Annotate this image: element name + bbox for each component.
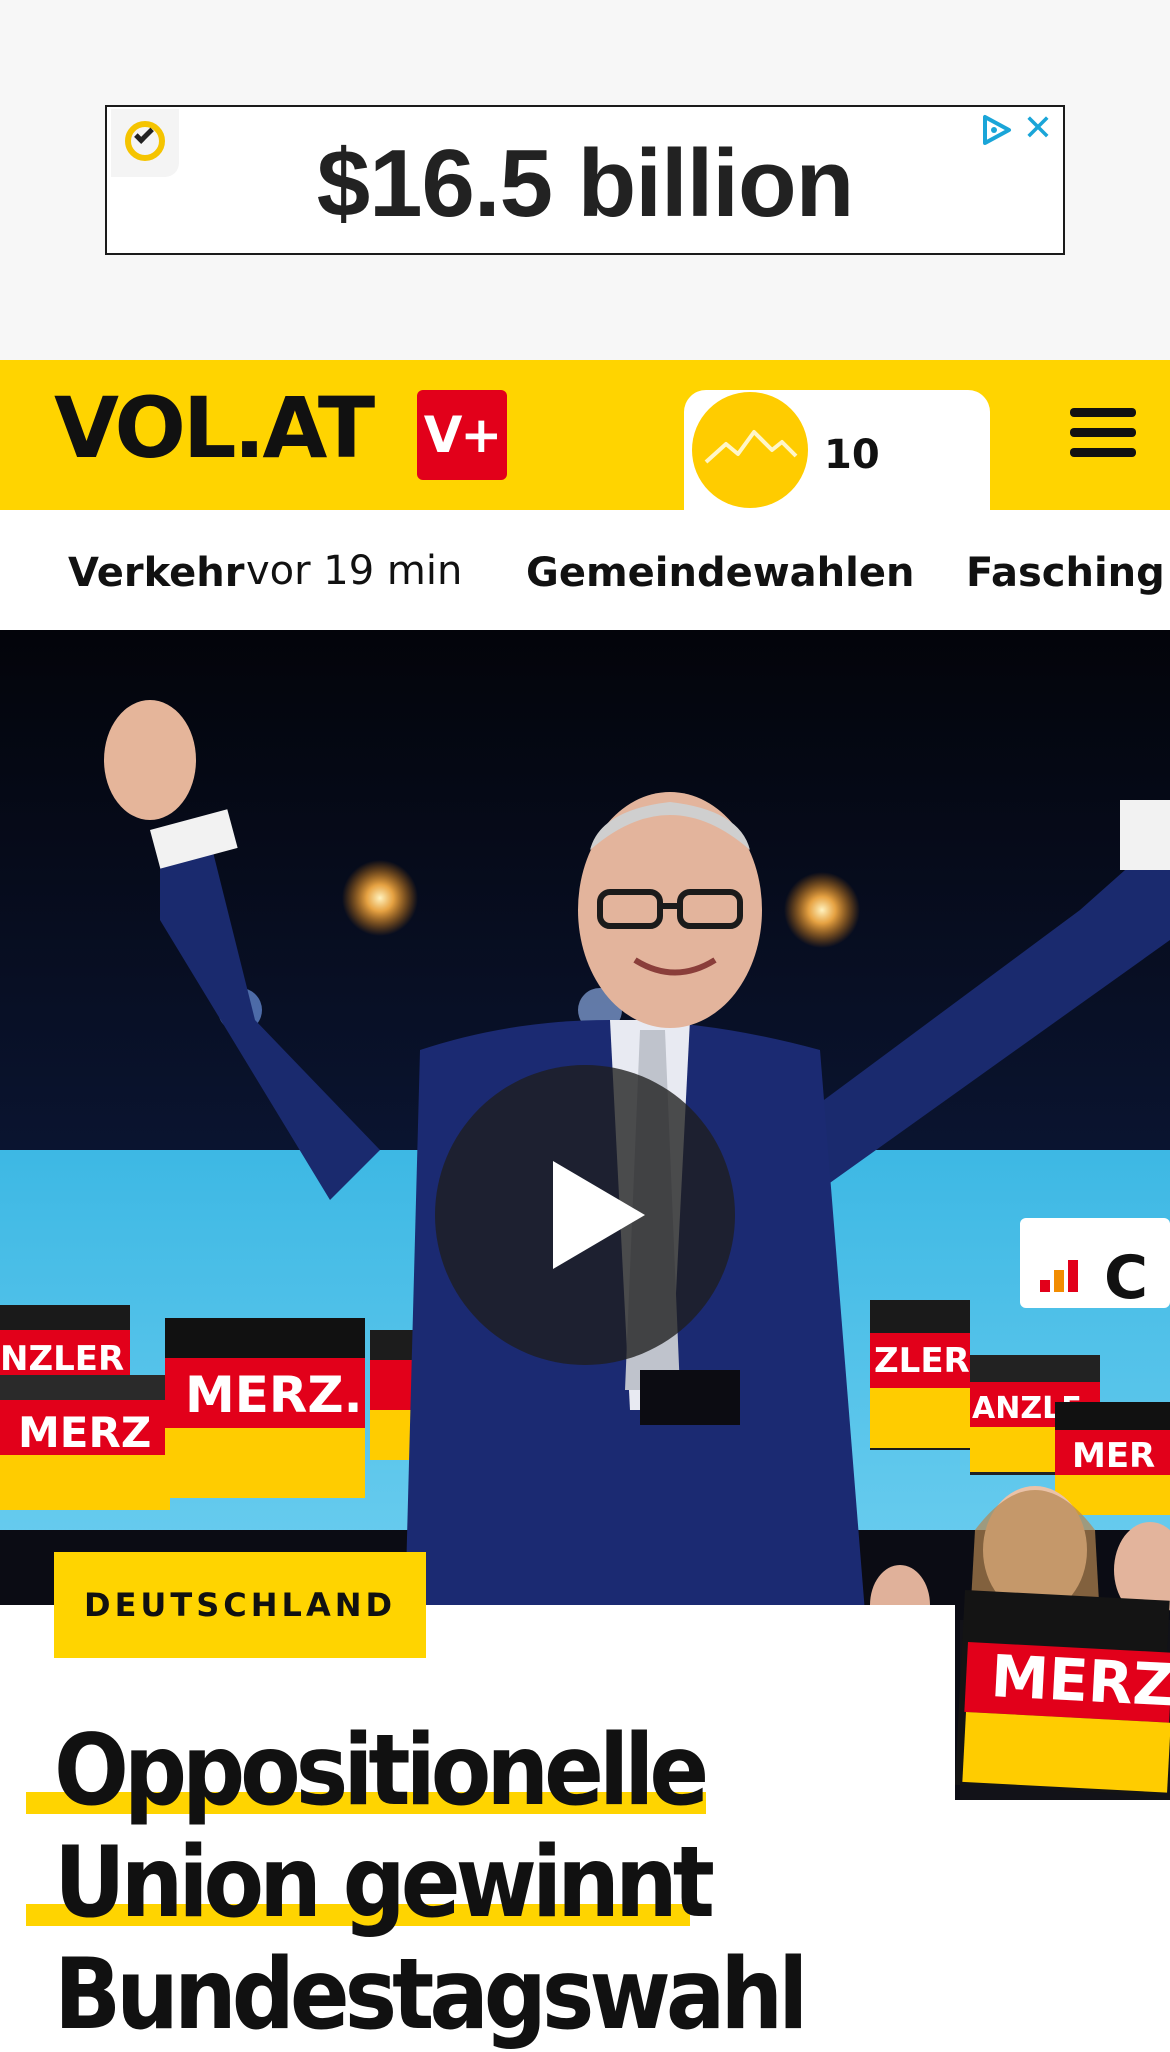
vplus-badge[interactable]: V+ bbox=[417, 390, 507, 480]
placard-text: MERZ. bbox=[185, 1366, 363, 1424]
weather-widget[interactable]: 10 bbox=[684, 390, 990, 510]
topic-link-fasching[interactable]: Fasching bbox=[966, 550, 1165, 596]
ad-banner-area: $16.5 billion ✕ bbox=[0, 0, 1170, 360]
ad-text: $16.5 billion bbox=[316, 130, 855, 237]
article-headline[interactable]: Oppositionelle Union gewinnt Bundestagsw… bbox=[54, 1715, 914, 2051]
sun-mountains-icon bbox=[692, 392, 808, 508]
hamburger-menu-icon[interactable] bbox=[1070, 408, 1136, 458]
svg-text:MERZ: MERZ bbox=[18, 1408, 151, 1457]
topic-time: vor 19 min bbox=[246, 548, 463, 594]
category-badge[interactable]: DEUTSCHLAND bbox=[54, 1552, 427, 1658]
site-header: VOL.AT V+ 10 bbox=[0, 360, 1170, 510]
placard-text-3: ZLER. bbox=[874, 1341, 983, 1381]
svg-text:MERZ: MERZ bbox=[989, 1642, 1170, 1720]
topic-link-verkehr[interactable]: Verkehr bbox=[68, 550, 244, 596]
ad-banner[interactable]: $16.5 billion ✕ bbox=[105, 105, 1065, 255]
placard-text-2: NZLER bbox=[0, 1339, 124, 1379]
site-logo[interactable]: VOL.AT bbox=[54, 386, 375, 470]
headline-line: Union gewinnt bbox=[54, 1826, 715, 1940]
headline-line: Oppositionelle bbox=[54, 1714, 709, 1828]
topic-link-gemeindewahlen[interactable]: Gemeindewahlen bbox=[526, 550, 914, 596]
ad-choices-icon[interactable] bbox=[979, 113, 1017, 147]
play-icon bbox=[553, 1161, 645, 1269]
weather-temperature: 10 bbox=[824, 432, 880, 478]
play-button[interactable] bbox=[435, 1065, 735, 1365]
headline-line: Bundestagswahl bbox=[54, 1938, 808, 2052]
hero-party-logo: C bbox=[1104, 1243, 1148, 1313]
svg-text:MER: MER bbox=[1072, 1436, 1155, 1476]
ad-close-button[interactable]: ✕ bbox=[1023, 109, 1053, 149]
topic-nav: Verkehr vor 19 min Gemeindewahlen Faschi… bbox=[0, 510, 1170, 630]
